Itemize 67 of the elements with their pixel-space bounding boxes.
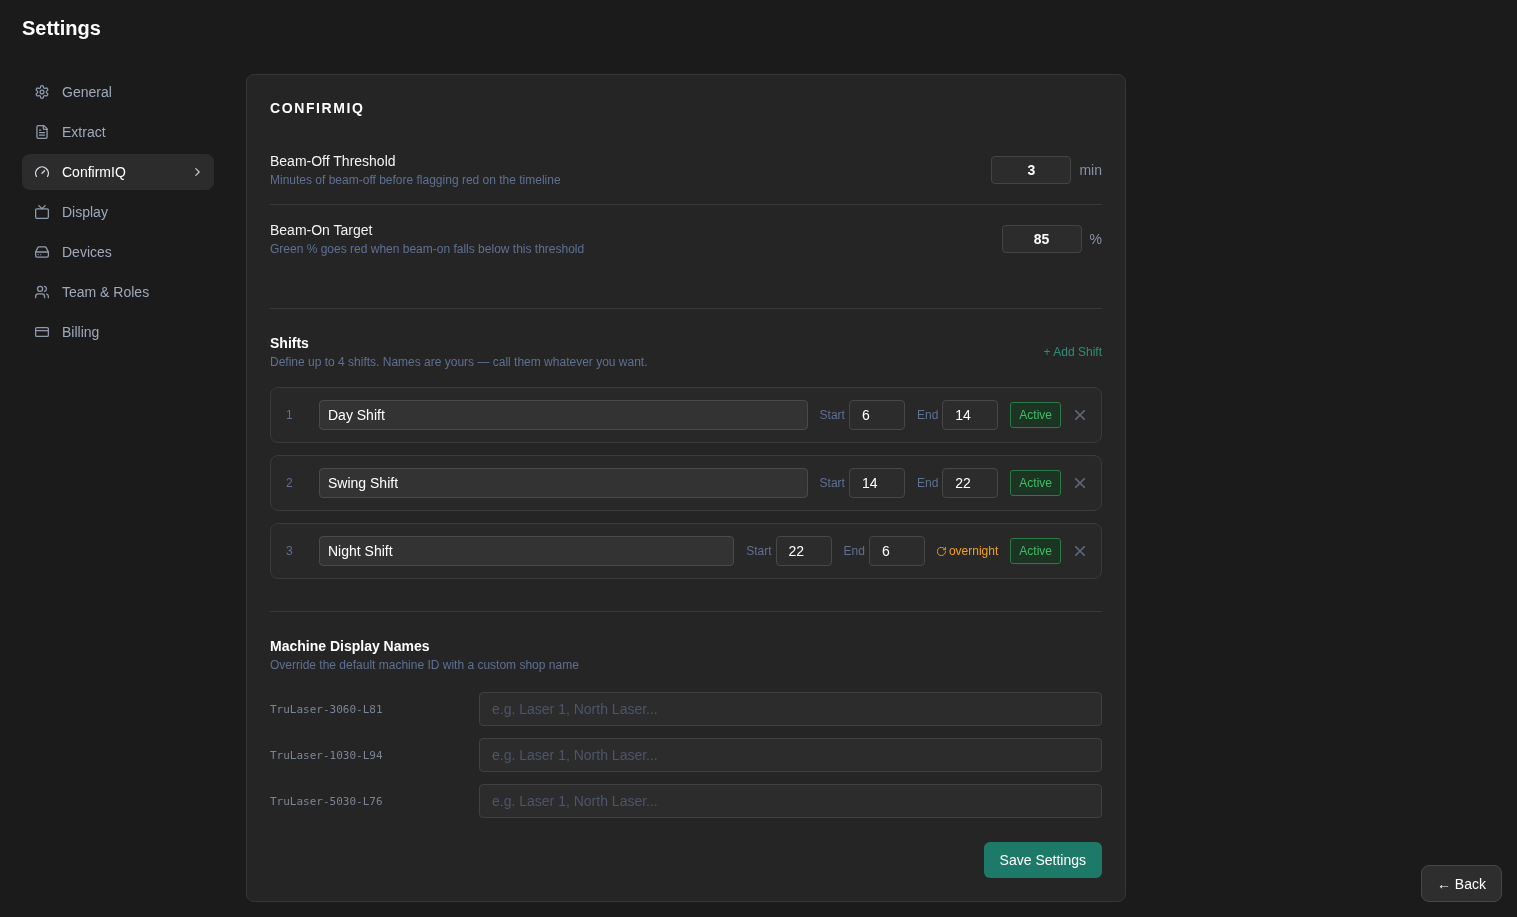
nav-item[interactable]: Extract — [22, 114, 214, 150]
start-label: Start — [819, 476, 845, 490]
setting-description: Minutes of beam-off before flagging red on the timeline — [270, 172, 561, 188]
nav-item[interactable]: Billing — [22, 314, 214, 350]
machine-id-label: TruLaser-1030-L94 — [270, 748, 384, 762]
close-icon — [1075, 478, 1085, 488]
credit-card-icon — [35, 325, 49, 339]
section-description: Override the default machine ID with a custom shop name — [270, 657, 579, 673]
gauge-icon — [35, 165, 49, 179]
back-button[interactable]: ← Back — [1421, 865, 1502, 902]
end-label: End — [916, 476, 939, 490]
users-icon — [35, 285, 49, 299]
unit-label: min — [1079, 162, 1102, 178]
active-toggle[interactable]: Active — [1010, 402, 1061, 428]
end-label: End — [843, 544, 865, 558]
nav-item[interactable]: General — [22, 74, 214, 110]
add-shift-button[interactable]: + Add Shift — [1043, 345, 1102, 359]
section-title: Shifts — [270, 334, 309, 352]
setting-label: Beam-On Target — [270, 221, 373, 239]
end-hour-input[interactable]: 6 — [868, 536, 925, 566]
close-icon — [1075, 546, 1085, 556]
display-name-input[interactable]: e.g. Laser 1, North Laser... — [479, 784, 1102, 818]
end-hour-input[interactable]: 22 — [942, 468, 999, 498]
section-title: Machine Display Names — [270, 637, 430, 655]
remove-shift-button[interactable] — [1073, 476, 1087, 490]
start-hour-input[interactable]: 14 — [848, 468, 905, 498]
shift-number: 2 — [285, 476, 294, 490]
number-input[interactable]: 85 — [1001, 225, 1082, 253]
drive-icon — [35, 245, 49, 259]
chevron-right-icon — [195, 168, 200, 176]
machine-id-label: TruLaser-5030-L76 — [270, 794, 384, 808]
machine-id-label: TruLaser-3060-L81 — [270, 702, 384, 716]
end-hour-input[interactable]: 14 — [942, 400, 999, 430]
close-icon — [1075, 410, 1085, 420]
setting-label: Beam-Off Threshold — [270, 152, 396, 170]
page-title: Settings — [22, 16, 101, 40]
tv-icon — [35, 205, 49, 219]
end-label: End — [916, 408, 939, 422]
section-description: Define up to 4 shifts. Names are yours — call them whatever you want. — [270, 354, 648, 370]
shift-number: 3 — [285, 544, 294, 558]
remove-shift-button[interactable] — [1073, 544, 1087, 558]
section-heading: CONFIRMIQ — [270, 99, 365, 118]
start-hour-input[interactable]: 22 — [775, 536, 832, 566]
active-toggle[interactable]: Active — [1010, 538, 1061, 564]
display-name-input[interactable]: e.g. Laser 1, North Laser... — [479, 738, 1102, 772]
setting-description: Green % goes red when beam-on falls below this threshold — [270, 241, 585, 257]
settings-icon — [35, 85, 49, 99]
save-button[interactable]: Save Settings — [983, 842, 1102, 878]
nav-item[interactable]: Display — [22, 194, 214, 230]
start-label: Start — [746, 544, 772, 558]
active-toggle[interactable]: Active — [1010, 470, 1061, 496]
display-name-input[interactable]: e.g. Laser 1, North Laser... — [479, 692, 1102, 726]
start-label: Start — [819, 408, 845, 422]
remove-shift-button[interactable] — [1073, 408, 1087, 422]
nav-item[interactable]: Devices — [22, 234, 214, 270]
shift-name-input[interactable]: Day Shift — [319, 400, 808, 430]
number-input[interactable]: 3 — [991, 156, 1072, 184]
nav-item[interactable]: Team & Roles — [22, 274, 214, 310]
overnight-label: overnight — [948, 544, 999, 558]
shift-number: 1 — [285, 408, 294, 422]
document-icon — [35, 125, 49, 139]
nav-item[interactable]: ConfirmIQ — [22, 154, 214, 190]
unit-label: % — [1089, 231, 1102, 247]
start-hour-input[interactable]: 6 — [848, 400, 905, 430]
shift-name-input[interactable]: Swing Shift — [319, 468, 808, 498]
circular-arrow-icon — [936, 546, 946, 556]
shift-name-input[interactable]: Night Shift — [319, 536, 735, 566]
